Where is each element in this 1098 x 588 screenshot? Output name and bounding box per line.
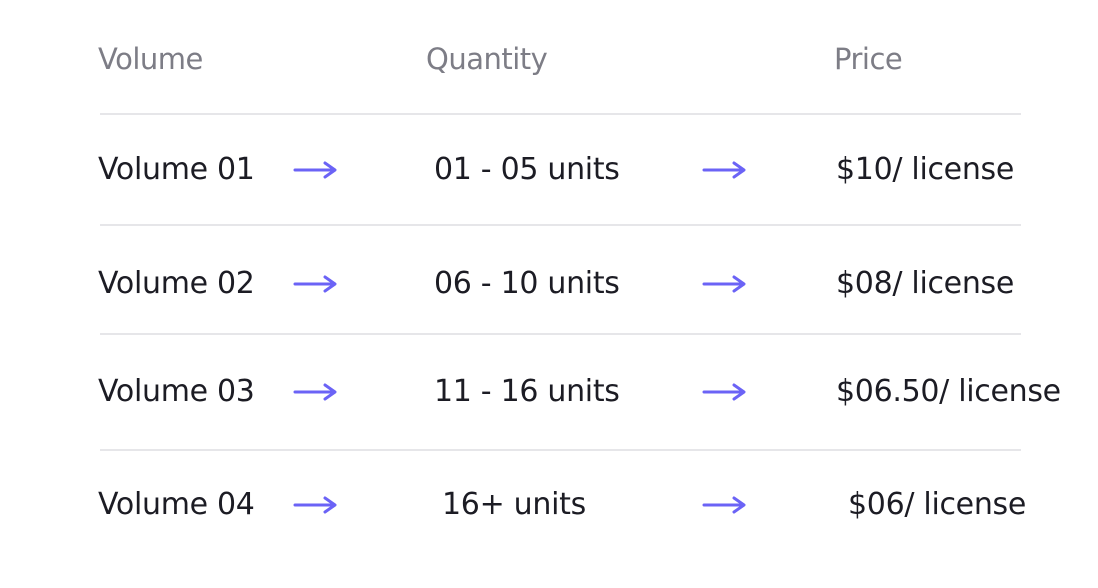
quantity-range: 16+ units [442,487,586,522]
row-divider [100,333,1021,335]
price-value: $10/ license [836,152,1015,187]
arrow-right-icon [293,496,337,514]
arrow-right-icon [702,496,746,514]
price-value: $06/ license [848,487,1027,522]
table-row: Volume 02 06 - 10 units $08/ license [0,254,1098,314]
row-divider [100,113,1021,115]
arrow-right-icon [702,383,746,401]
arrow-right-icon [293,275,337,293]
table-row: Volume 03 11 - 16 units $06.50/ license [0,362,1098,422]
volume-label: Volume 02 [98,266,255,301]
header-volume: Volume [98,42,203,76]
arrow-right-icon [293,161,337,179]
table-row: Volume 01 01 - 05 units $10/ license [0,140,1098,200]
price-value: $08/ license [836,266,1015,301]
volume-label: Volume 01 [98,152,255,187]
row-divider [100,224,1021,226]
table-row: Volume 04 16+ units $06/ license [0,475,1098,535]
header-price: Price [834,42,903,76]
row-divider [100,449,1021,451]
arrow-right-icon [293,383,337,401]
arrow-right-icon [702,275,746,293]
quantity-range: 11 - 16 units [434,374,620,409]
volume-label: Volume 03 [98,374,255,409]
quantity-range: 06 - 10 units [434,266,620,301]
header-quantity: Quantity [426,42,548,76]
volume-label: Volume 04 [98,487,255,522]
quantity-range: 01 - 05 units [434,152,620,187]
price-value: $06.50/ license [836,374,1061,409]
arrow-right-icon [702,161,746,179]
